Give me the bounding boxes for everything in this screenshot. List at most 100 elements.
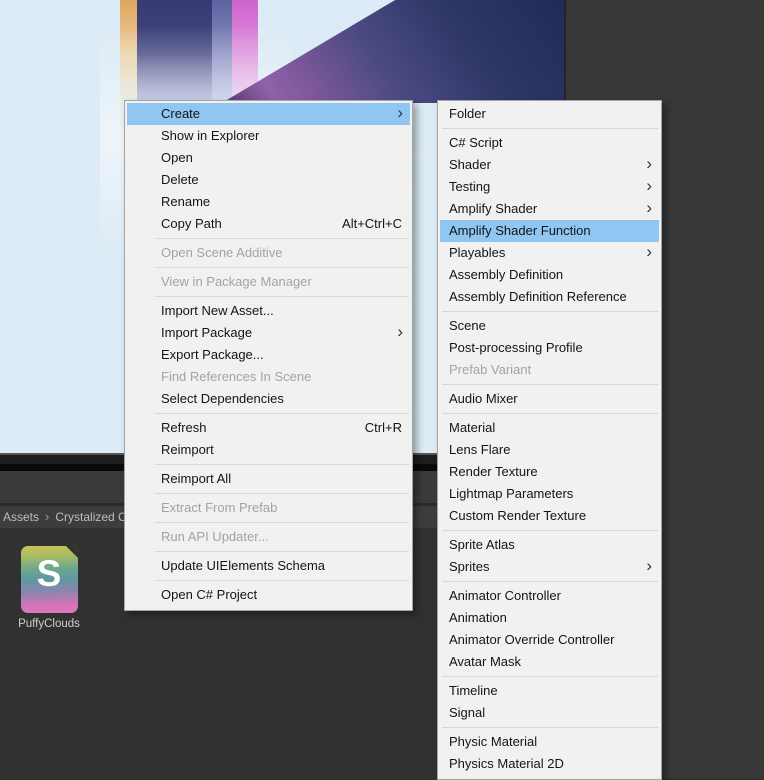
create-submenu-item-animator-override-controller[interactable]: Animator Override Controller: [440, 629, 659, 651]
context-menu-item-refresh[interactable]: Refresh Ctrl+R: [127, 417, 410, 439]
context-menu-item-show-in-explorer[interactable]: Show in Explorer: [127, 125, 410, 147]
context-menu-item-label: Import New Asset...: [161, 303, 274, 318]
context-menu-item-open-c-project[interactable]: Open C# Project: [127, 584, 410, 606]
create-submenu-item-label: Signal: [449, 705, 486, 720]
create-submenu-item-playables[interactable]: Playables ›: [440, 242, 659, 264]
create-submenu-item-prefab-variant: Prefab Variant: [440, 359, 659, 381]
create-submenu-item-audio-mixer[interactable]: Audio Mixer: [440, 388, 659, 410]
shortcut-label: Ctrl+R: [364, 420, 402, 435]
create-submenu-item-label: Physics Material 2D: [449, 756, 564, 771]
create-submenu-item-sprite-atlas[interactable]: Sprite Atlas: [440, 534, 659, 556]
context-menu-item-copy-path[interactable]: Copy Path Alt+Ctrl+C: [127, 213, 410, 235]
context-menu-item-import-package[interactable]: Import Package ›: [127, 322, 410, 344]
context-menu-item-delete[interactable]: Delete: [127, 169, 410, 191]
context-menu-separator: [155, 493, 409, 494]
context-menu-item-label: Create: [161, 106, 201, 121]
create-submenu-item-label: Lens Flare: [449, 442, 511, 457]
context-menu-item-label: Export Package...: [161, 347, 264, 362]
context-menu-item-run-api-updater: Run API Updater...: [127, 526, 410, 548]
submenu-arrow-icon: ›: [646, 198, 652, 217]
create-submenu-item-label: Avatar Mask: [449, 654, 522, 669]
context-menu-item-find-references-in-scene: Find References In Scene: [127, 366, 410, 388]
create-submenu-item-sprites[interactable]: Sprites ›: [440, 556, 659, 578]
create-submenu-item-label: Shader: [449, 157, 491, 172]
create-submenu-item-lightmap-parameters[interactable]: Lightmap Parameters: [440, 483, 659, 505]
create-submenu-item-label: Material: [449, 420, 496, 435]
create-submenu-item-label: Folder: [449, 106, 486, 121]
context-menu-item-open[interactable]: Open: [127, 147, 410, 169]
create-submenu-item-label: Amplify Shader Function: [449, 223, 591, 238]
context-menu: Create › Show in Explorer Open Delete Rename C…: [124, 100, 413, 611]
context-menu-item-reimport[interactable]: Reimport: [127, 439, 410, 461]
create-submenu-item-label: Render Texture: [449, 464, 538, 479]
create-submenu: Folder C# Script Shader › Testing › Amplify Sh…: [437, 100, 662, 780]
context-menu-item-label: Run API Updater...: [161, 529, 269, 544]
chevron-right-icon: ›: [45, 509, 50, 524]
breadcrumb-folder[interactable]: Crystalized C: [55, 506, 126, 528]
context-menu-item-rename[interactable]: Rename: [127, 191, 410, 213]
context-menu-separator: [155, 580, 409, 581]
context-menu-item-label: View in Package Manager: [161, 274, 312, 289]
create-submenu-item-amplify-shader-function[interactable]: Amplify Shader Function: [440, 220, 659, 242]
asset-puffyclouds[interactable]: S PuffyClouds: [8, 546, 90, 630]
context-menu-item-label: Delete: [161, 172, 199, 187]
context-menu-separator: [155, 413, 409, 414]
create-submenu-item-animator-controller[interactable]: Animator Controller: [440, 585, 659, 607]
create-submenu-item-shader[interactable]: Shader ›: [440, 154, 659, 176]
create-submenu-item-label: Sprite Atlas: [449, 537, 515, 552]
create-submenu-item-label: Assembly Definition: [449, 267, 564, 282]
create-submenu-item-render-texture[interactable]: Render Texture: [440, 461, 659, 483]
context-menu-separator: [155, 267, 409, 268]
context-menu-item-import-new-asset[interactable]: Import New Asset...: [127, 300, 410, 322]
create-submenu-item-label: Scene: [449, 318, 486, 333]
context-menu-separator: [155, 464, 409, 465]
create-submenu-item-folder[interactable]: Folder: [440, 103, 659, 125]
submenu-arrow-icon: ›: [397, 322, 403, 341]
context-menu-item-select-dependencies[interactable]: Select Dependencies: [127, 388, 410, 410]
create-submenu-item-assembly-definition-reference[interactable]: Assembly Definition Reference: [440, 286, 659, 308]
create-submenu-item-timeline[interactable]: Timeline: [440, 680, 659, 702]
context-menu-separator: [155, 296, 409, 297]
create-submenu-item-post-processing-profile[interactable]: Post-processing Profile: [440, 337, 659, 359]
create-submenu-separator: [442, 128, 658, 129]
context-menu-item-label: Reimport All: [161, 471, 232, 486]
submenu-arrow-icon: ›: [646, 242, 652, 261]
create-submenu-item-c-script[interactable]: C# Script: [440, 132, 659, 154]
shader-icon-letter: S: [36, 553, 62, 594]
context-menu-item-label: Open C# Project: [161, 587, 258, 602]
create-submenu-item-material[interactable]: Material: [440, 417, 659, 439]
create-submenu-item-amplify-shader[interactable]: Amplify Shader ›: [440, 198, 659, 220]
context-menu-item-update-uielements-schema[interactable]: Update UIElements Schema: [127, 555, 410, 577]
context-menu-item-label: Show in Explorer: [161, 128, 260, 143]
context-menu-item-label: Refresh: [161, 420, 207, 435]
shortcut-label: Alt+Ctrl+C: [342, 216, 402, 231]
create-submenu-item-signal[interactable]: Signal: [440, 702, 659, 724]
create-submenu-item-testing[interactable]: Testing ›: [440, 176, 659, 198]
create-submenu-separator: [442, 676, 658, 677]
context-menu-item-open-scene-additive: Open Scene Additive: [127, 242, 410, 264]
create-submenu-item-animation[interactable]: Animation: [440, 607, 659, 629]
create-submenu-item-custom-render-texture[interactable]: Custom Render Texture: [440, 505, 659, 527]
create-submenu-separator: [442, 311, 658, 312]
create-submenu-item-avatar-mask[interactable]: Avatar Mask: [440, 651, 659, 673]
shader-file-icon: S: [20, 546, 78, 613]
create-submenu-item-physic-material[interactable]: Physic Material: [440, 731, 659, 753]
context-menu-item-label: Select Dependencies: [161, 391, 284, 406]
context-menu-item-label: Reimport: [161, 442, 214, 457]
submenu-arrow-icon: ›: [646, 556, 652, 575]
create-submenu-separator: [442, 413, 658, 414]
create-submenu-item-scene[interactable]: Scene: [440, 315, 659, 337]
breadcrumb-assets[interactable]: Assets: [3, 506, 39, 528]
create-submenu-item-label: Prefab Variant: [449, 362, 532, 377]
context-menu-item-create[interactable]: Create ›: [127, 103, 410, 125]
context-menu-item-reimport-all[interactable]: Reimport All: [127, 468, 410, 490]
create-submenu-item-label: Animation: [449, 610, 507, 625]
create-submenu-item-assembly-definition[interactable]: Assembly Definition: [440, 264, 659, 286]
submenu-arrow-icon: ›: [397, 103, 403, 122]
context-menu-item-export-package[interactable]: Export Package...: [127, 344, 410, 366]
create-submenu-item-physics-material-2d[interactable]: Physics Material 2D: [440, 753, 659, 775]
context-menu-item-label: Open: [161, 150, 193, 165]
context-menu-item-label: Rename: [161, 194, 211, 209]
create-submenu-item-label: Timeline: [449, 683, 498, 698]
create-submenu-item-lens-flare[interactable]: Lens Flare: [440, 439, 659, 461]
